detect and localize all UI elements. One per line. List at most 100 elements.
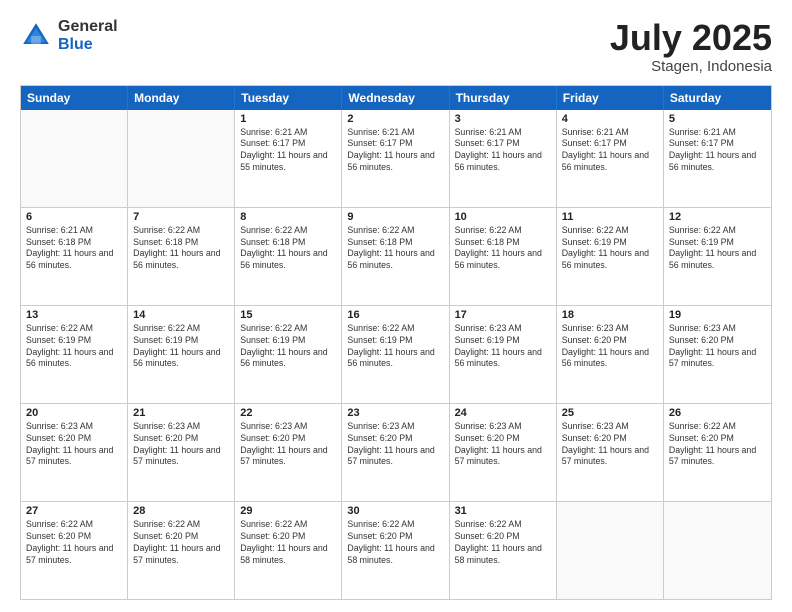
logo-general: General [58,18,118,36]
day-number: 19 [669,309,766,321]
day-cell-31: 31Sunrise: 6:22 AM Sunset: 6:20 PM Dayli… [450,502,557,599]
day-number: 12 [669,211,766,223]
day-cell-22: 22Sunrise: 6:23 AM Sunset: 6:20 PM Dayli… [235,404,342,501]
day-cell-6: 6 Sunrise: 6:21 AM Sunset: 6:18 PM Daylig… [21,208,128,305]
month-year: July 2025 [610,18,772,58]
day-cell-7: 7 Sunrise: 6:22 AM Sunset: 6:18 PM Daylig… [128,208,235,305]
logo-icon [20,20,52,52]
logo-text: General Blue [58,18,118,53]
day-cell-11: 11Sunrise: 6:22 AM Sunset: 6:19 PM Dayli… [557,208,664,305]
day-number: 4 [562,113,658,125]
cell-detail: Sunrise: 6:22 AM Sunset: 6:19 PM Dayligh… [240,323,336,371]
logo: General Blue [20,18,118,53]
header-day-thursday: Thursday [450,86,557,110]
header-day-saturday: Saturday [664,86,771,110]
cell-detail: Sunrise: 6:23 AM Sunset: 6:20 PM Dayligh… [347,421,443,469]
day-cell-21: 21 Sunrise: 6:23 AM Sunset: 6:20 PM Dayli… [128,404,235,501]
day-number: 24 [455,407,551,419]
day-number: 1 [240,113,336,125]
day-cell-10: 10 Sunrise: 6:22 AM Sunset: 6:18 PM Dayli… [450,208,557,305]
cell-detail: Sunrise: 6:23 AM Sunset: 6:19 PM Dayligh… [455,323,551,371]
day-cell-29: 29 Sunrise: 6:22 AM Sunset: 6:20 PM Dayli… [235,502,342,599]
cell-detail: Sunrise: 6:23 AM Sunset: 6:20 PM Dayligh… [26,421,122,469]
header-day-friday: Friday [557,86,664,110]
cell-detail: Sunrise: 6:23 AM Sunset: 6:20 PM Dayligh… [133,421,229,469]
cell-detail: Sunrise: 6:22 AM Sunset: 6:18 PM Dayligh… [347,225,443,273]
day-number: 9 [347,211,443,223]
calendar-row-3: 20 Sunrise: 6:23 AM Sunset: 6:20 PM Dayli… [21,403,771,501]
header-day-wednesday: Wednesday [342,86,449,110]
day-number: 6 [26,211,122,223]
cell-detail: Sunrise: 6:22 AM Sunset: 6:19 PM Dayligh… [562,225,658,273]
cell-detail: Sunrise: 6:21 AM Sunset: 6:17 PM Dayligh… [669,127,766,175]
calendar-row-2: 13 Sunrise: 6:22 AM Sunset: 6:19 PM Dayli… [21,305,771,403]
day-number: 18 [562,309,658,321]
cell-detail: Sunrise: 6:22 AM Sunset: 6:18 PM Dayligh… [240,225,336,273]
day-cell-15: 15 Sunrise: 6:22 AM Sunset: 6:19 PM Dayli… [235,306,342,403]
cell-detail: Sunrise: 6:22 AM Sunset: 6:20 PM Dayligh… [240,519,336,567]
day-cell-28: 28 Sunrise: 6:22 AM Sunset: 6:20 PM Dayli… [128,502,235,599]
day-number: 2 [347,113,443,125]
day-number: 23 [347,407,443,419]
cell-detail: Sunrise: 6:21 AM Sunset: 6:17 PM Dayligh… [240,127,336,175]
calendar-row-0: 1 Sunrise: 6:21 AM Sunset: 6:17 PM Daylig… [21,110,771,207]
day-number: 20 [26,407,122,419]
day-cell-12: 12 Sunrise: 6:22 AM Sunset: 6:19 PM Dayli… [664,208,771,305]
day-number: 26 [669,407,766,419]
day-cell-5: 5 Sunrise: 6:21 AM Sunset: 6:17 PM Daylig… [664,110,771,207]
cell-detail: Sunrise: 6:21 AM Sunset: 6:18 PM Dayligh… [26,225,122,273]
day-number: 7 [133,211,229,223]
cell-detail: Sunrise: 6:22 AM Sunset: 6:20 PM Dayligh… [26,519,122,567]
cell-detail: Sunrise: 6:21 AM Sunset: 6:17 PM Dayligh… [455,127,551,175]
calendar: SundayMondayTuesdayWednesdayThursdayFrid… [20,85,772,600]
day-cell-2: 2 Sunrise: 6:21 AM Sunset: 6:17 PM Daylig… [342,110,449,207]
cell-detail: Sunrise: 6:22 AM Sunset: 6:20 PM Dayligh… [133,519,229,567]
cell-detail: Sunrise: 6:22 AM Sunset: 6:19 PM Dayligh… [133,323,229,371]
day-cell-13: 13Sunrise: 6:22 AM Sunset: 6:19 PM Dayli… [21,306,128,403]
day-cell-27: 27Sunrise: 6:22 AM Sunset: 6:20 PM Dayli… [21,502,128,599]
day-number: 16 [347,309,443,321]
day-number: 13 [26,309,122,321]
day-cell-17: 17Sunrise: 6:23 AM Sunset: 6:19 PM Dayli… [450,306,557,403]
cell-detail: Sunrise: 6:22 AM Sunset: 6:20 PM Dayligh… [347,519,443,567]
day-cell-8: 8 Sunrise: 6:22 AM Sunset: 6:18 PM Daylig… [235,208,342,305]
day-cell-empty [557,502,664,599]
day-number: 29 [240,505,336,517]
day-number: 21 [133,407,229,419]
day-number: 28 [133,505,229,517]
cell-detail: Sunrise: 6:22 AM Sunset: 6:18 PM Dayligh… [455,225,551,273]
day-cell-19: 19 Sunrise: 6:23 AM Sunset: 6:20 PM Dayli… [664,306,771,403]
day-number: 3 [455,113,551,125]
day-cell-30: 30Sunrise: 6:22 AM Sunset: 6:20 PM Dayli… [342,502,449,599]
day-number: 15 [240,309,336,321]
day-cell-empty [21,110,128,207]
cell-detail: Sunrise: 6:22 AM Sunset: 6:20 PM Dayligh… [669,421,766,469]
day-cell-26: 26 Sunrise: 6:22 AM Sunset: 6:20 PM Dayli… [664,404,771,501]
day-cell-16: 16 Sunrise: 6:22 AM Sunset: 6:19 PM Dayli… [342,306,449,403]
cell-detail: Sunrise: 6:21 AM Sunset: 6:17 PM Dayligh… [347,127,443,175]
day-cell-23: 23 Sunrise: 6:23 AM Sunset: 6:20 PM Dayli… [342,404,449,501]
header-day-sunday: Sunday [21,86,128,110]
cell-detail: Sunrise: 6:23 AM Sunset: 6:20 PM Dayligh… [669,323,766,371]
cell-detail: Sunrise: 6:22 AM Sunset: 6:19 PM Dayligh… [669,225,766,273]
day-cell-24: 24 Sunrise: 6:23 AM Sunset: 6:20 PM Dayli… [450,404,557,501]
day-number: 8 [240,211,336,223]
day-cell-4: 4Sunrise: 6:21 AM Sunset: 6:17 PM Daylig… [557,110,664,207]
logo-blue: Blue [58,36,118,54]
day-cell-1: 1 Sunrise: 6:21 AM Sunset: 6:17 PM Daylig… [235,110,342,207]
day-number: 10 [455,211,551,223]
cell-detail: Sunrise: 6:22 AM Sunset: 6:19 PM Dayligh… [347,323,443,371]
cell-detail: Sunrise: 6:23 AM Sunset: 6:20 PM Dayligh… [562,323,658,371]
cell-detail: Sunrise: 6:23 AM Sunset: 6:20 PM Dayligh… [240,421,336,469]
header-day-tuesday: Tuesday [235,86,342,110]
cell-detail: Sunrise: 6:23 AM Sunset: 6:20 PM Dayligh… [455,421,551,469]
header-day-monday: Monday [128,86,235,110]
day-cell-25: 25Sunrise: 6:23 AM Sunset: 6:20 PM Dayli… [557,404,664,501]
day-number: 5 [669,113,766,125]
day-cell-empty [664,502,771,599]
calendar-row-4: 27Sunrise: 6:22 AM Sunset: 6:20 PM Dayli… [21,501,771,599]
day-cell-3: 3 Sunrise: 6:21 AM Sunset: 6:17 PM Daylig… [450,110,557,207]
calendar-row-1: 6 Sunrise: 6:21 AM Sunset: 6:18 PM Daylig… [21,207,771,305]
day-cell-empty [128,110,235,207]
cell-detail: Sunrise: 6:22 AM Sunset: 6:18 PM Dayligh… [133,225,229,273]
